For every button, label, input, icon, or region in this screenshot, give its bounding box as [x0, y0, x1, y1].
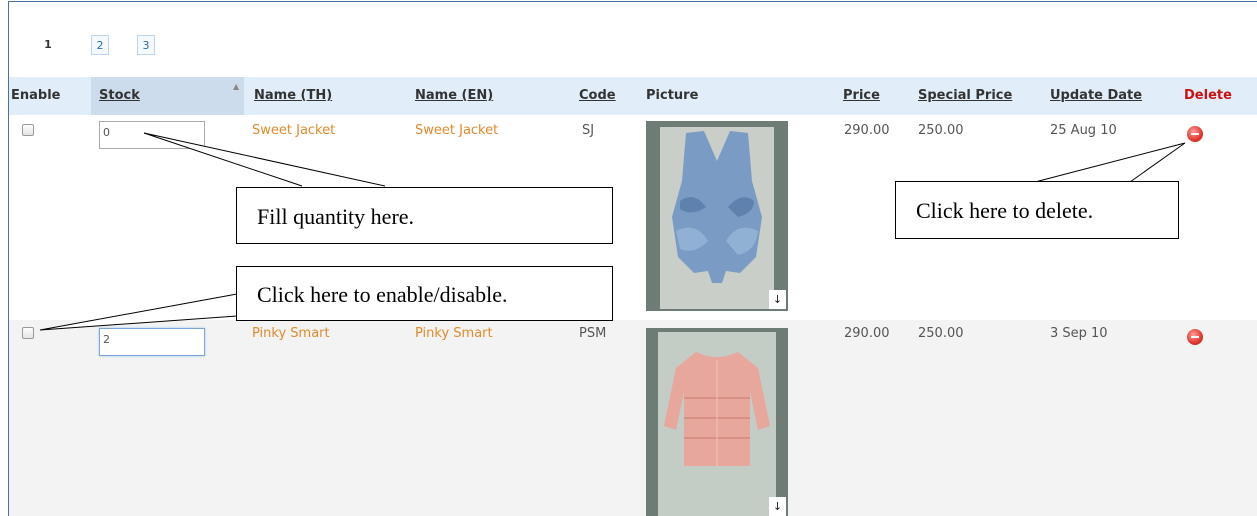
- header-code-sort[interactable]: Code: [579, 77, 616, 115]
- product-list-panel: 1 2 3 Enable Stock ▲ Name (TH) Name (EN)…: [8, 1, 1257, 516]
- delete-icon[interactable]: [1187, 126, 1203, 142]
- delete-icon[interactable]: [1187, 329, 1203, 345]
- header-delete: Delete: [1184, 88, 1232, 103]
- page-link-2[interactable]: 2: [91, 35, 109, 55]
- callout-fill-quantity: Fill quantity here.: [236, 187, 613, 244]
- name-en-link[interactable]: Sweet Jacket: [415, 123, 498, 138]
- price: 290.00: [844, 326, 890, 341]
- enable-checkbox[interactable]: [22, 124, 34, 136]
- page-link-3[interactable]: 3: [137, 35, 155, 55]
- enable-checkbox[interactable]: [22, 327, 34, 339]
- name-th-link[interactable]: Pinky Smart: [252, 326, 330, 341]
- header-name-en-sort[interactable]: Name (EN): [415, 77, 493, 115]
- header-stock-sort[interactable]: Stock: [99, 77, 140, 115]
- update-date: 25 Aug 10: [1050, 123, 1117, 138]
- name-en-link[interactable]: Pinky Smart: [415, 326, 493, 341]
- header-price-sort[interactable]: Price: [843, 77, 880, 115]
- download-icon[interactable]: ↓: [769, 497, 786, 516]
- update-date: 3 Sep 10: [1050, 326, 1108, 341]
- header-name-th-sort[interactable]: Name (TH): [254, 77, 332, 115]
- table-header: Enable Stock ▲ Name (TH) Name (EN) Code …: [9, 77, 1257, 115]
- product-code: SJ: [582, 123, 595, 138]
- download-icon[interactable]: ↓: [769, 290, 786, 309]
- stock-input[interactable]: 2: [99, 328, 205, 356]
- jacket-image: [646, 121, 788, 311]
- price: 290.00: [844, 123, 890, 138]
- callout-delete: Click here to delete.: [895, 181, 1179, 239]
- callout-enable-disable: Click here to enable/disable.: [236, 266, 613, 321]
- blouse-image: [646, 328, 788, 516]
- header-update-date-sort[interactable]: Update Date: [1050, 77, 1142, 115]
- special-price: 250.00: [918, 326, 964, 341]
- header-special-price-sort[interactable]: Special Price: [918, 77, 1012, 115]
- sort-ascending-icon: ▲: [233, 82, 240, 91]
- header-picture: Picture: [646, 88, 699, 103]
- product-picture: ↓: [646, 328, 788, 516]
- stock-input[interactable]: 0: [99, 121, 205, 149]
- table-row: 2 Pinky Smart Pinky Smart PSM ↓ 290.00 2…: [9, 320, 1257, 516]
- product-code: PSM: [579, 326, 607, 341]
- header-enable: Enable: [11, 88, 61, 103]
- page-current: 1: [44, 38, 52, 51]
- special-price: 250.00: [918, 123, 964, 138]
- name-th-link[interactable]: Sweet Jacket: [252, 123, 335, 138]
- product-picture: ↓: [646, 121, 788, 311]
